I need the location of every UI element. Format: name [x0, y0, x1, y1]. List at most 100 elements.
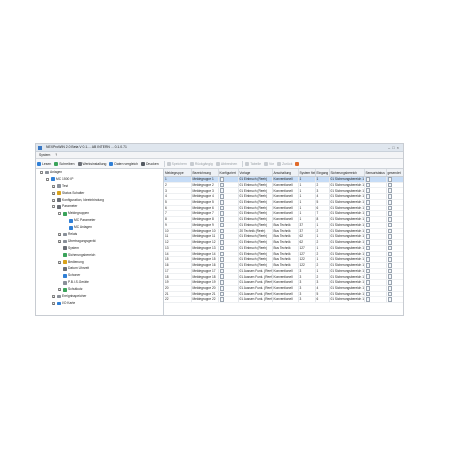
table-cell[interactable]: 01 Sicherungsbereich 1 — [329, 256, 365, 263]
checkbox[interactable] — [387, 297, 393, 302]
table-cell[interactable]: Meldegruppe 15 — [191, 256, 219, 263]
table-cell[interactable]: 01 Einbruch (Reeh) — [238, 176, 273, 183]
checkbox[interactable] — [387, 177, 393, 182]
expand-toggle-icon[interactable]: - — [58, 212, 61, 216]
expand-toggle-icon[interactable]: - — [40, 171, 43, 175]
speichern-button[interactable]: Speichern — [166, 161, 187, 166]
table-cell[interactable]: Meldegruppe 16 — [191, 262, 219, 269]
table-cell[interactable]: 01 Sicherungsbereich 1 — [329, 176, 365, 183]
table-cell[interactable] — [218, 296, 239, 304]
checkbox[interactable] — [219, 285, 225, 291]
table-cell[interactable]: 01 Sicherungsbereich 1 — [329, 182, 365, 189]
table-cell[interactable]: 01 Sicherungsbereich 1 — [329, 291, 365, 298]
table-cell[interactable]: 3 — [298, 296, 316, 304]
table-cell[interactable]: 01 Einbruch (Reeh) — [238, 251, 273, 258]
column-header[interactable]: Sensoristatus — [364, 169, 387, 177]
checkbox[interactable] — [219, 228, 225, 233]
expand-toggle-icon[interactable]: + — [58, 288, 61, 292]
checkbox[interactable] — [219, 274, 225, 279]
checkbox[interactable] — [365, 228, 371, 233]
table-cell[interactable]: Meldegruppe 14 — [191, 251, 219, 258]
checkbox[interactable] — [219, 240, 225, 245]
window-controls[interactable]: –□× — [388, 144, 401, 151]
table-row[interactable]: 10 Meldegruppe 10 20 Technik (Reeh) Bus Tec… — [164, 228, 403, 235]
table-row[interactable]: 12 Meldegruppe 12 01 Einbruch (Reeh) Bus Te… — [164, 239, 403, 246]
table-row[interactable]: 14 Meldegruppe 14 01 Einbruch (Reeh) Bus Te… — [164, 251, 403, 258]
table-cell[interactable]: 01 Sicherungsbereich 1 — [329, 262, 365, 269]
table-row[interactable]: 17 Meldegruppe 17 01 Aussen Funk. (Reeh) Ko… — [164, 268, 403, 275]
checkbox[interactable] — [219, 188, 225, 193]
table-cell[interactable]: 01 Sicherungsbereich 1 — [329, 279, 365, 286]
table-row[interactable]: 18 Meldegruppe 18 01 Aussen Funk. (Reeh) Ko… — [164, 273, 403, 281]
table-cell[interactable]: 01 Einbruch (Reeh) — [238, 205, 273, 212]
table-cell[interactable]: Meldegruppe 3 — [191, 187, 219, 195]
table-cell[interactable]: Meldegruppe 21 — [191, 291, 219, 298]
checkbox[interactable] — [365, 280, 371, 285]
expand-toggle-icon[interactable]: + — [58, 239, 61, 243]
tree-item[interactable]: - Anlagen — [36, 169, 163, 176]
checkbox[interactable] — [365, 240, 371, 245]
column-header[interactable]: gesendet — [386, 169, 403, 177]
table-cell[interactable]: 01 Sicherungsbereich 1 — [329, 222, 365, 229]
checkbox[interactable] — [365, 297, 371, 302]
table-row[interactable]: 15 Meldegruppe 15 01 Einbruch (Reeh) Bus Te… — [164, 256, 403, 263]
column-header[interactable]: Bezeichnung — [191, 169, 219, 177]
expand-toggle-icon[interactable]: + — [58, 233, 61, 237]
checkbox[interactable] — [365, 194, 371, 199]
expand-toggle-icon[interactable]: + — [52, 295, 55, 299]
tree-item[interactable]: - MC 1500 IP — [36, 176, 163, 183]
checkbox[interactable] — [387, 222, 393, 228]
checkbox[interactable] — [219, 251, 225, 256]
checkbox[interactable] — [387, 228, 393, 233]
checkbox[interactable] — [365, 182, 371, 188]
tree-item[interactable]: + Status Schalter — [36, 190, 163, 197]
checkbox[interactable] — [365, 234, 371, 239]
checkbox[interactable] — [365, 251, 371, 256]
checkbox[interactable] — [219, 177, 225, 182]
column-header[interactable]: Meldegruppe — [164, 169, 192, 177]
checkbox[interactable] — [365, 245, 371, 251]
table-cell[interactable]: 01 Sicherungsbereich 1 — [329, 233, 365, 241]
tree-item[interactable]: System — [36, 245, 163, 252]
checkbox[interactable] — [387, 245, 393, 251]
tabelle-button[interactable]: Tabelle — [245, 161, 261, 166]
table-cell[interactable]: Meldegruppe 19 — [191, 279, 219, 286]
checkbox[interactable] — [365, 177, 371, 182]
table-cell[interactable] — [364, 296, 387, 304]
zurück-button[interactable]: Zurück — [277, 161, 292, 166]
expand-toggle-icon[interactable]: + — [52, 184, 55, 188]
checkbox[interactable] — [219, 217, 225, 222]
table-cell[interactable]: 01 Sicherungsbereich 1 — [329, 205, 365, 212]
tree-item[interactable]: Schoner — [36, 272, 163, 279]
checkbox[interactable] — [365, 222, 371, 228]
checkbox[interactable] — [387, 182, 393, 188]
table-cell[interactable]: 01 Aussen Funk. (Reeh) — [238, 285, 273, 292]
checkbox[interactable] — [387, 285, 393, 291]
column-header[interactable]: Konfiguriert — [218, 169, 239, 177]
tree-item[interactable]: P.B.I.S.Geräte — [36, 279, 163, 286]
table-row[interactable]: 11 Meldegruppe 11 01 Einbruch (Reeh) Bus Te… — [164, 233, 403, 241]
checkbox[interactable] — [387, 280, 393, 285]
checkbox[interactable] — [387, 188, 393, 193]
table-row[interactable]: 19 Meldegruppe 19 01 Aussen Funk. (Reeh) Ko… — [164, 279, 403, 286]
table-cell[interactable]: 01 Sicherungsbereich 1 — [329, 273, 365, 281]
expand-toggle-icon[interactable]: - — [52, 205, 55, 209]
checkbox[interactable] — [365, 211, 371, 216]
checkbox[interactable] — [387, 291, 393, 296]
tree-item[interactable]: + Ereignisspeicher — [36, 293, 163, 300]
table-row[interactable]: 2 Meldegruppe 2 01 Einbruch (Reeh) Konventi… — [164, 182, 403, 189]
table-cell[interactable]: 01 Sicherungsbereich 1 — [329, 210, 365, 218]
table-cell[interactable]: 01 Aussen Funk. (Reeh) — [238, 273, 273, 281]
abbrechen-button[interactable]: Abbrechen — [215, 161, 237, 166]
checkbox[interactable] — [365, 188, 371, 193]
table-cell[interactable]: 01 Einbruch (Reeh) — [238, 239, 273, 246]
table-row[interactable]: 5 Meldegruppe 5 01 Einbruch (Reeh) Konventi… — [164, 199, 403, 206]
checkbox[interactable] — [219, 234, 225, 239]
table-cell[interactable]: Meldegruppe 12 — [191, 239, 219, 246]
checkbox[interactable] — [365, 268, 371, 274]
lesen-button[interactable]: Lesen — [37, 161, 51, 166]
table-cell[interactable]: 01 Aussen Funk. (Reeh) — [238, 291, 273, 298]
checkbox[interactable] — [387, 251, 393, 256]
expand-toggle-icon[interactable]: + — [58, 260, 61, 264]
table-row[interactable]: 1 Meldegruppe 1 01 Einbruch (Reeh) Konventi… — [164, 176, 403, 183]
